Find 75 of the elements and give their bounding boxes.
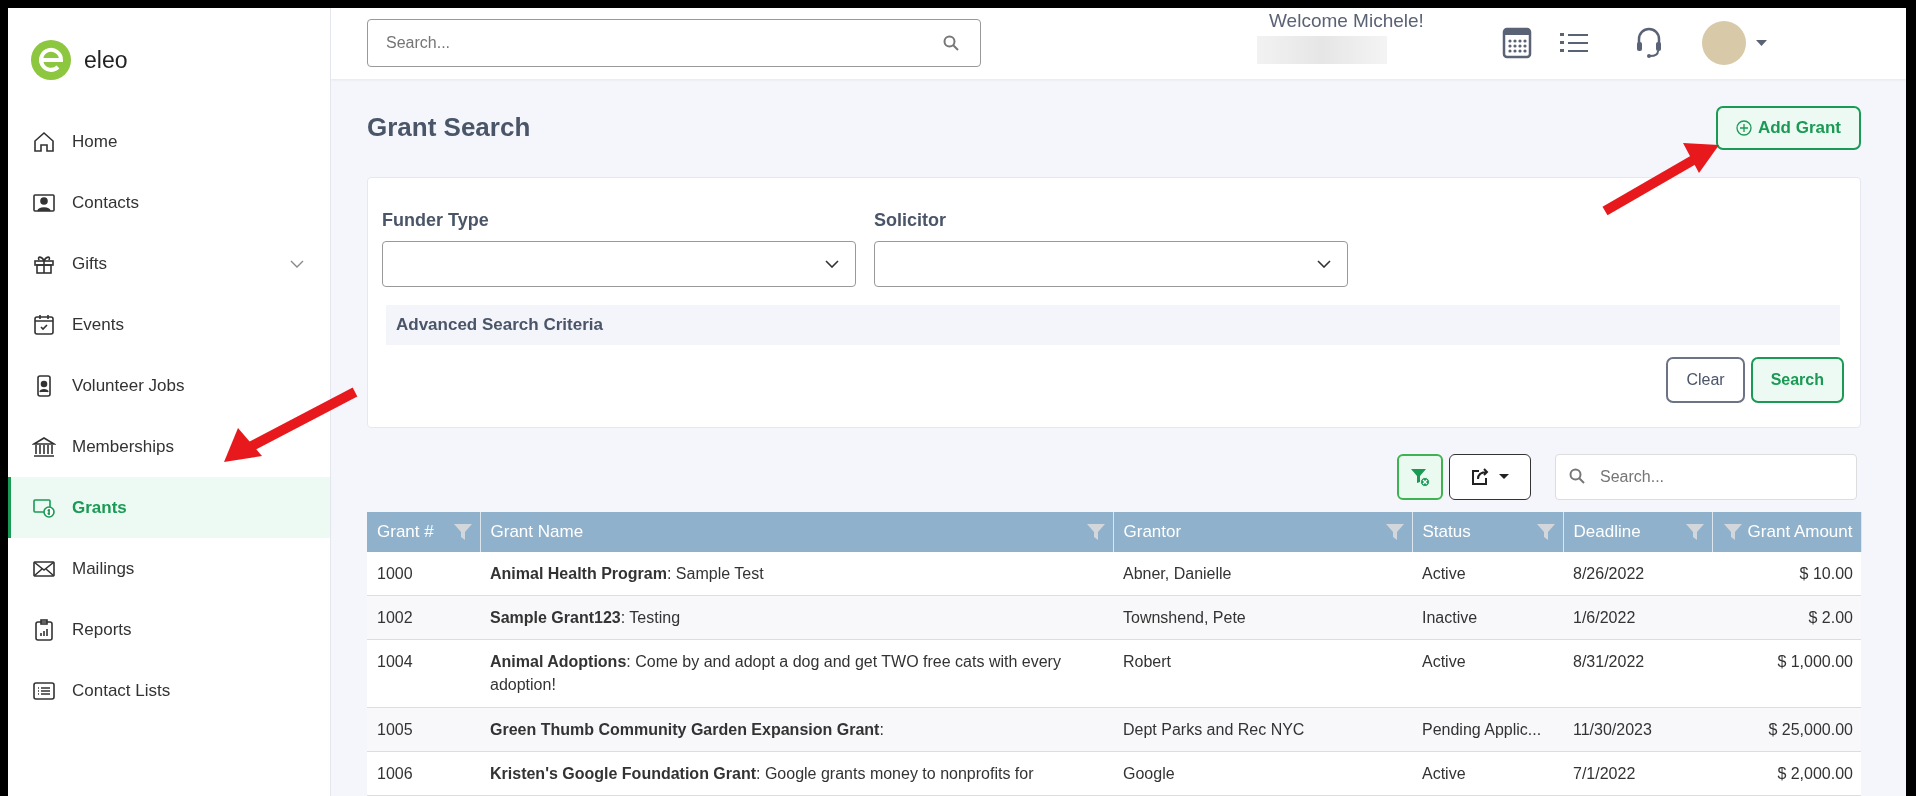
headset-icon[interactable]	[1635, 27, 1662, 60]
search-icon	[943, 35, 959, 52]
table-cell: $ 10.00	[1712, 551, 1861, 596]
table-cell: Inactive	[1412, 595, 1563, 640]
filter-icon[interactable]	[1685, 522, 1704, 541]
welcome-text: Welcome Michele!	[1269, 10, 1424, 33]
export-button[interactable]	[1449, 453, 1531, 500]
sidebar-item[interactable]: Memberships	[8, 416, 330, 477]
advanced-search-header[interactable]: Advanced Search Criteria	[386, 304, 1840, 345]
nav-icon	[32, 312, 56, 337]
sidebar-item[interactable]: Contact Lists	[8, 660, 330, 721]
table-cell: Google	[1113, 751, 1412, 796]
table-cell: Pending Applic...	[1412, 707, 1563, 752]
table-cell: 11/30/2023	[1563, 707, 1712, 752]
list-icon[interactable]	[1559, 32, 1588, 55]
filter-clear-icon	[1410, 466, 1430, 487]
sidebar-item[interactable]: Home	[8, 111, 330, 172]
table-cell: 1002	[367, 595, 480, 640]
chevron-down-icon	[290, 259, 304, 268]
table-cell: Active	[1412, 751, 1563, 796]
table-cell: 7/1/2022	[1563, 751, 1712, 796]
caret-icon[interactable]	[1755, 40, 1767, 47]
sidebar-item[interactable]: Volunteer Jobs	[8, 355, 330, 416]
table-cell: Active	[1412, 551, 1563, 596]
nav-icon	[32, 617, 56, 642]
chevron-down-icon	[1317, 259, 1331, 268]
table-cell: $ 2,000.00	[1712, 751, 1861, 796]
table-cell: 1004	[367, 639, 480, 708]
clear-filter-button[interactable]	[1397, 453, 1443, 500]
filter-icon[interactable]	[1536, 522, 1555, 541]
sidebar-item[interactable]: Gifts	[8, 233, 330, 294]
table-cell: 1005	[367, 707, 480, 752]
table-search-field[interactable]: Search...	[1555, 453, 1857, 500]
dropdown-field[interactable]	[874, 240, 1348, 287]
table-cell: Kristen's Google Foundation Grant: Google grants money to nonprofits for	[480, 751, 1113, 796]
table-cell: Abner, Danielle	[1113, 551, 1412, 596]
export-icon	[1471, 467, 1489, 486]
table-cell: Dept Parks and Rec NYC	[1113, 707, 1412, 752]
caret-icon	[1499, 474, 1509, 480]
table-cell: $ 2.00	[1712, 595, 1861, 640]
filter-icon[interactable]	[1086, 522, 1105, 541]
field-label: Funder Type	[382, 209, 490, 231]
chevron-down-icon	[825, 259, 839, 268]
sidebar-item[interactable]: Events	[8, 294, 330, 355]
table-cell: 1000	[367, 551, 480, 596]
nav-icon	[32, 129, 56, 154]
search-field[interactable]: Search...	[367, 19, 981, 68]
table-cell: 8/26/2022	[1563, 551, 1712, 596]
table-cell: Active	[1412, 639, 1563, 708]
sidebar-item[interactable]: Reports	[8, 599, 330, 660]
nav-icon	[32, 434, 56, 459]
table-cell: Animal Health Program: Sample Test	[480, 551, 1113, 596]
table-cell: 1006	[367, 751, 480, 796]
table-cell: Robert	[1113, 639, 1412, 708]
plus-circle-icon	[1735, 119, 1752, 136]
field-label: Solicitor	[874, 209, 947, 231]
table-cell: Sample Grant123: Testing	[480, 595, 1113, 640]
sidebar-item[interactable]: Contacts	[8, 172, 330, 233]
page-title: Grant Search	[367, 112, 531, 144]
table-cell: $ 25,000.00	[1712, 707, 1861, 752]
table-cell: 8/31/2022	[1563, 639, 1712, 708]
filter-icon[interactable]	[1385, 522, 1404, 541]
table-cell: Green Thumb Community Garden Expansion Grant:	[480, 707, 1113, 752]
table-cell: Animal Adoptions: Come by and adopt a dog and get TWO free cats with every adoption!	[480, 639, 1113, 708]
brand-name: eleo	[84, 46, 128, 74]
calendar-icon[interactable]	[1501, 27, 1532, 60]
logo-icon	[30, 39, 72, 81]
filter-icon[interactable]	[1723, 522, 1742, 541]
table-cell: 1/6/2022	[1563, 595, 1712, 640]
dropdown-field[interactable]	[382, 240, 856, 287]
sidebar-item[interactable]: Mailings	[8, 538, 330, 599]
filter-icon[interactable]	[453, 522, 472, 541]
clear-button[interactable]: Clear	[1666, 356, 1745, 403]
table-cell: $ 1,000.00	[1712, 639, 1861, 708]
table-cell: Townshend, Pete	[1113, 595, 1412, 640]
